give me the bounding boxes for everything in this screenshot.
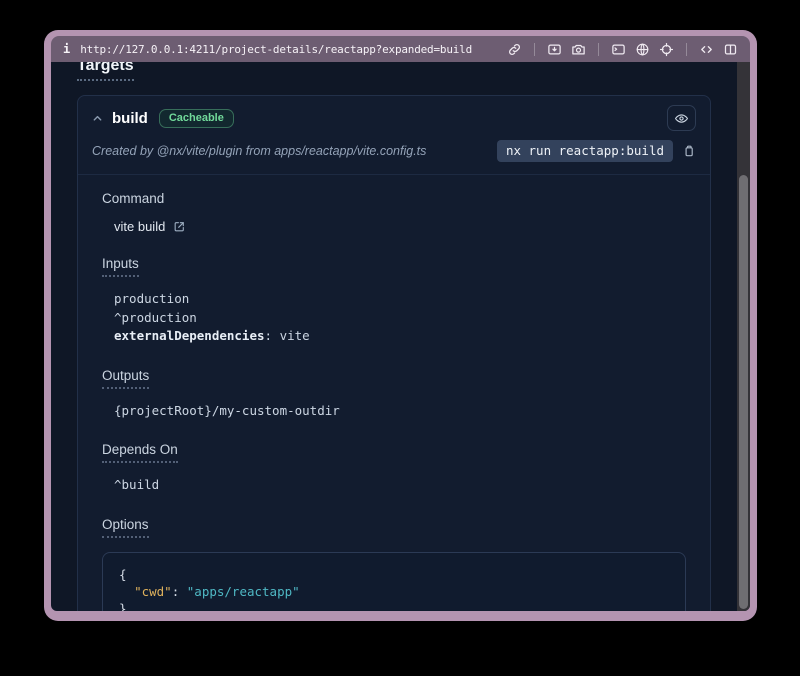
terminal-icon[interactable]	[611, 42, 626, 57]
toolbar-icons	[507, 42, 738, 57]
scrollbar-thumb[interactable]	[739, 175, 748, 609]
app-window: i http://127.0.0.1:4211/project-details/…	[44, 30, 757, 621]
toolbar-divider	[686, 43, 687, 56]
page-viewport: Targets build Cacheable	[51, 62, 750, 611]
json-line: }	[119, 600, 669, 612]
crosshair-icon[interactable]	[659, 42, 674, 57]
link-icon[interactable]	[507, 42, 522, 57]
title-bar: i http://127.0.0.1:4211/project-details/…	[51, 36, 750, 62]
command-heading: Command	[102, 191, 164, 206]
options-heading: Options	[102, 517, 149, 538]
toolbar-divider	[598, 43, 599, 56]
outputs-heading: Outputs	[102, 368, 149, 389]
view-target-graph-button[interactable]	[667, 105, 696, 131]
code-icon[interactable]	[699, 42, 714, 57]
copy-icon[interactable]	[682, 144, 696, 158]
json-value: "apps/reactapp"	[187, 584, 300, 599]
json-line: "cwd": "apps/reactapp"	[119, 583, 669, 600]
info-icon: i	[63, 42, 70, 56]
build-card-body: Command vite build Inputs production ^pr…	[78, 175, 710, 611]
camera-icon[interactable]	[571, 42, 586, 57]
external-link-icon[interactable]	[173, 220, 186, 233]
run-command-chip: nx run reactapp:build	[497, 140, 673, 162]
json-line: {	[119, 566, 669, 583]
options-json-box: { "cwd": "apps/reactapp"}	[102, 552, 686, 612]
depends-on-heading: Depends On	[102, 442, 178, 463]
output-item: {projectRoot}/my-custom-outdir	[114, 402, 686, 421]
cacheable-badge: Cacheable	[159, 109, 234, 128]
command-value: vite build	[114, 219, 165, 234]
build-card-header: build Cacheable Created by @nx/vite/plug…	[78, 96, 710, 175]
split-panel-icon[interactable]	[723, 42, 738, 57]
created-by-text: Created by @nx/vite/plugin from apps/rea…	[92, 144, 426, 158]
json-key: "cwd"	[134, 584, 172, 599]
input-item: production	[114, 290, 686, 309]
globe-icon[interactable]	[635, 42, 650, 57]
target-card-build: build Cacheable Created by @nx/vite/plug…	[77, 95, 711, 611]
page-content: Targets build Cacheable	[51, 62, 737, 611]
chevron-up-icon[interactable]	[92, 113, 103, 124]
input-key-value: : vite	[265, 328, 310, 343]
download-icon[interactable]	[547, 42, 562, 57]
vertical-scrollbar[interactable]	[737, 62, 750, 611]
depends-on-item: ^build	[114, 476, 686, 495]
target-name-build[interactable]: build	[112, 110, 148, 127]
inputs-heading: Inputs	[102, 256, 139, 277]
input-item: ^production	[114, 309, 686, 328]
page-title: Targets	[77, 62, 134, 81]
eye-icon	[674, 111, 689, 126]
input-item: externalDependencies: vite	[114, 327, 686, 346]
toolbar-divider	[534, 43, 535, 56]
input-key: externalDependencies	[114, 328, 265, 343]
address-url[interactable]: http://127.0.0.1:4211/project-details/re…	[80, 43, 472, 56]
